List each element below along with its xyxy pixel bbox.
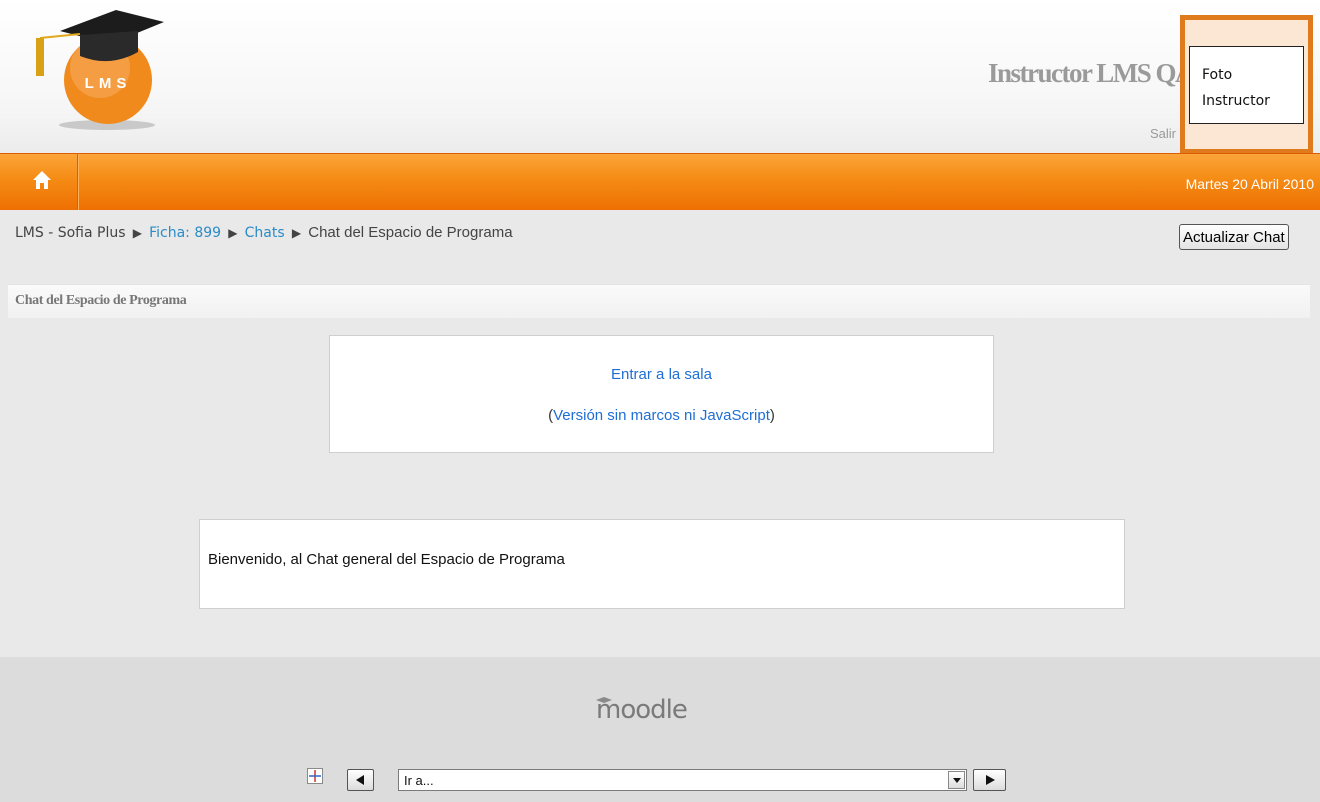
main-navbar: Martes 20 Abril 2010 — [0, 153, 1320, 210]
jump-to-icon[interactable] — [307, 768, 323, 784]
chat-entry-box: Entrar a la sala (Versión sin marcos ni … — [329, 335, 994, 453]
dropdown-icon — [953, 778, 961, 783]
photo-label-line1: Foto — [1202, 67, 1233, 83]
prev-page-button[interactable] — [347, 769, 374, 791]
breadcrumb-separator-icon: ▶ — [228, 226, 238, 240]
svg-text:LMS: LMS — [85, 75, 132, 92]
breadcrumb-ficha[interactable]: Ficha: 899 — [149, 225, 221, 241]
jump-to-select[interactable]: Ir a... — [398, 769, 967, 791]
chat-intro-box: Bienvenido, al Chat general del Espacio … — [199, 519, 1125, 609]
home-button[interactable] — [0, 154, 78, 210]
current-date: Martes 20 Abril 2010 — [1185, 176, 1314, 192]
site-title: Instructor LMS QA — [987, 58, 1195, 88]
next-arrow-icon — [986, 775, 995, 785]
no-frames-version-link[interactable]: Versión sin marcos ni JavaScript — [553, 407, 770, 424]
instructor-photo-placeholder: Foto Instructor — [1189, 46, 1304, 124]
page-header: LMS Instructor LMS QA Salir Foto Instruc… — [0, 0, 1320, 154]
alt-version-suffix: ) — [769, 407, 775, 424]
breadcrumb-separator-icon: ▶ — [291, 226, 302, 240]
breadcrumb-separator-icon: ▶ — [132, 226, 142, 240]
prev-arrow-icon — [356, 775, 364, 785]
breadcrumb-current: Chat del Espacio de Programa — [308, 224, 513, 241]
instructor-photo-frame: Foto Instructor — [1180, 15, 1313, 154]
welcome-message: Bienvenido, al Chat general del Espacio … — [208, 551, 565, 568]
section-title: Chat del Espacio de Programa — [15, 293, 187, 308]
breadcrumb-root[interactable]: LMS - Sofia Plus — [15, 225, 126, 241]
refresh-chat-button[interactable]: Actualizar Chat — [1179, 224, 1289, 250]
dropdown-toggle[interactable] — [948, 771, 965, 789]
moodle-logo[interactable]: moodle — [596, 695, 688, 725]
section-header: Chat del Espacio de Programa — [8, 284, 1310, 318]
jump-to-value: Ir a... — [404, 773, 434, 788]
breadcrumb: LMS - Sofia Plus ▶ Ficha: 899 ▶ Chats ▶ … — [15, 224, 513, 241]
photo-label-line2: Instructor — [1202, 93, 1270, 109]
home-icon — [33, 171, 51, 189]
enter-room-link[interactable]: Entrar a la sala — [611, 366, 712, 383]
breadcrumb-chats[interactable]: Chats — [245, 225, 285, 241]
logout-link[interactable]: Salir — [1150, 126, 1184, 141]
next-page-button[interactable] — [973, 769, 1006, 791]
lms-logo[interactable]: LMS — [30, 8, 170, 133]
